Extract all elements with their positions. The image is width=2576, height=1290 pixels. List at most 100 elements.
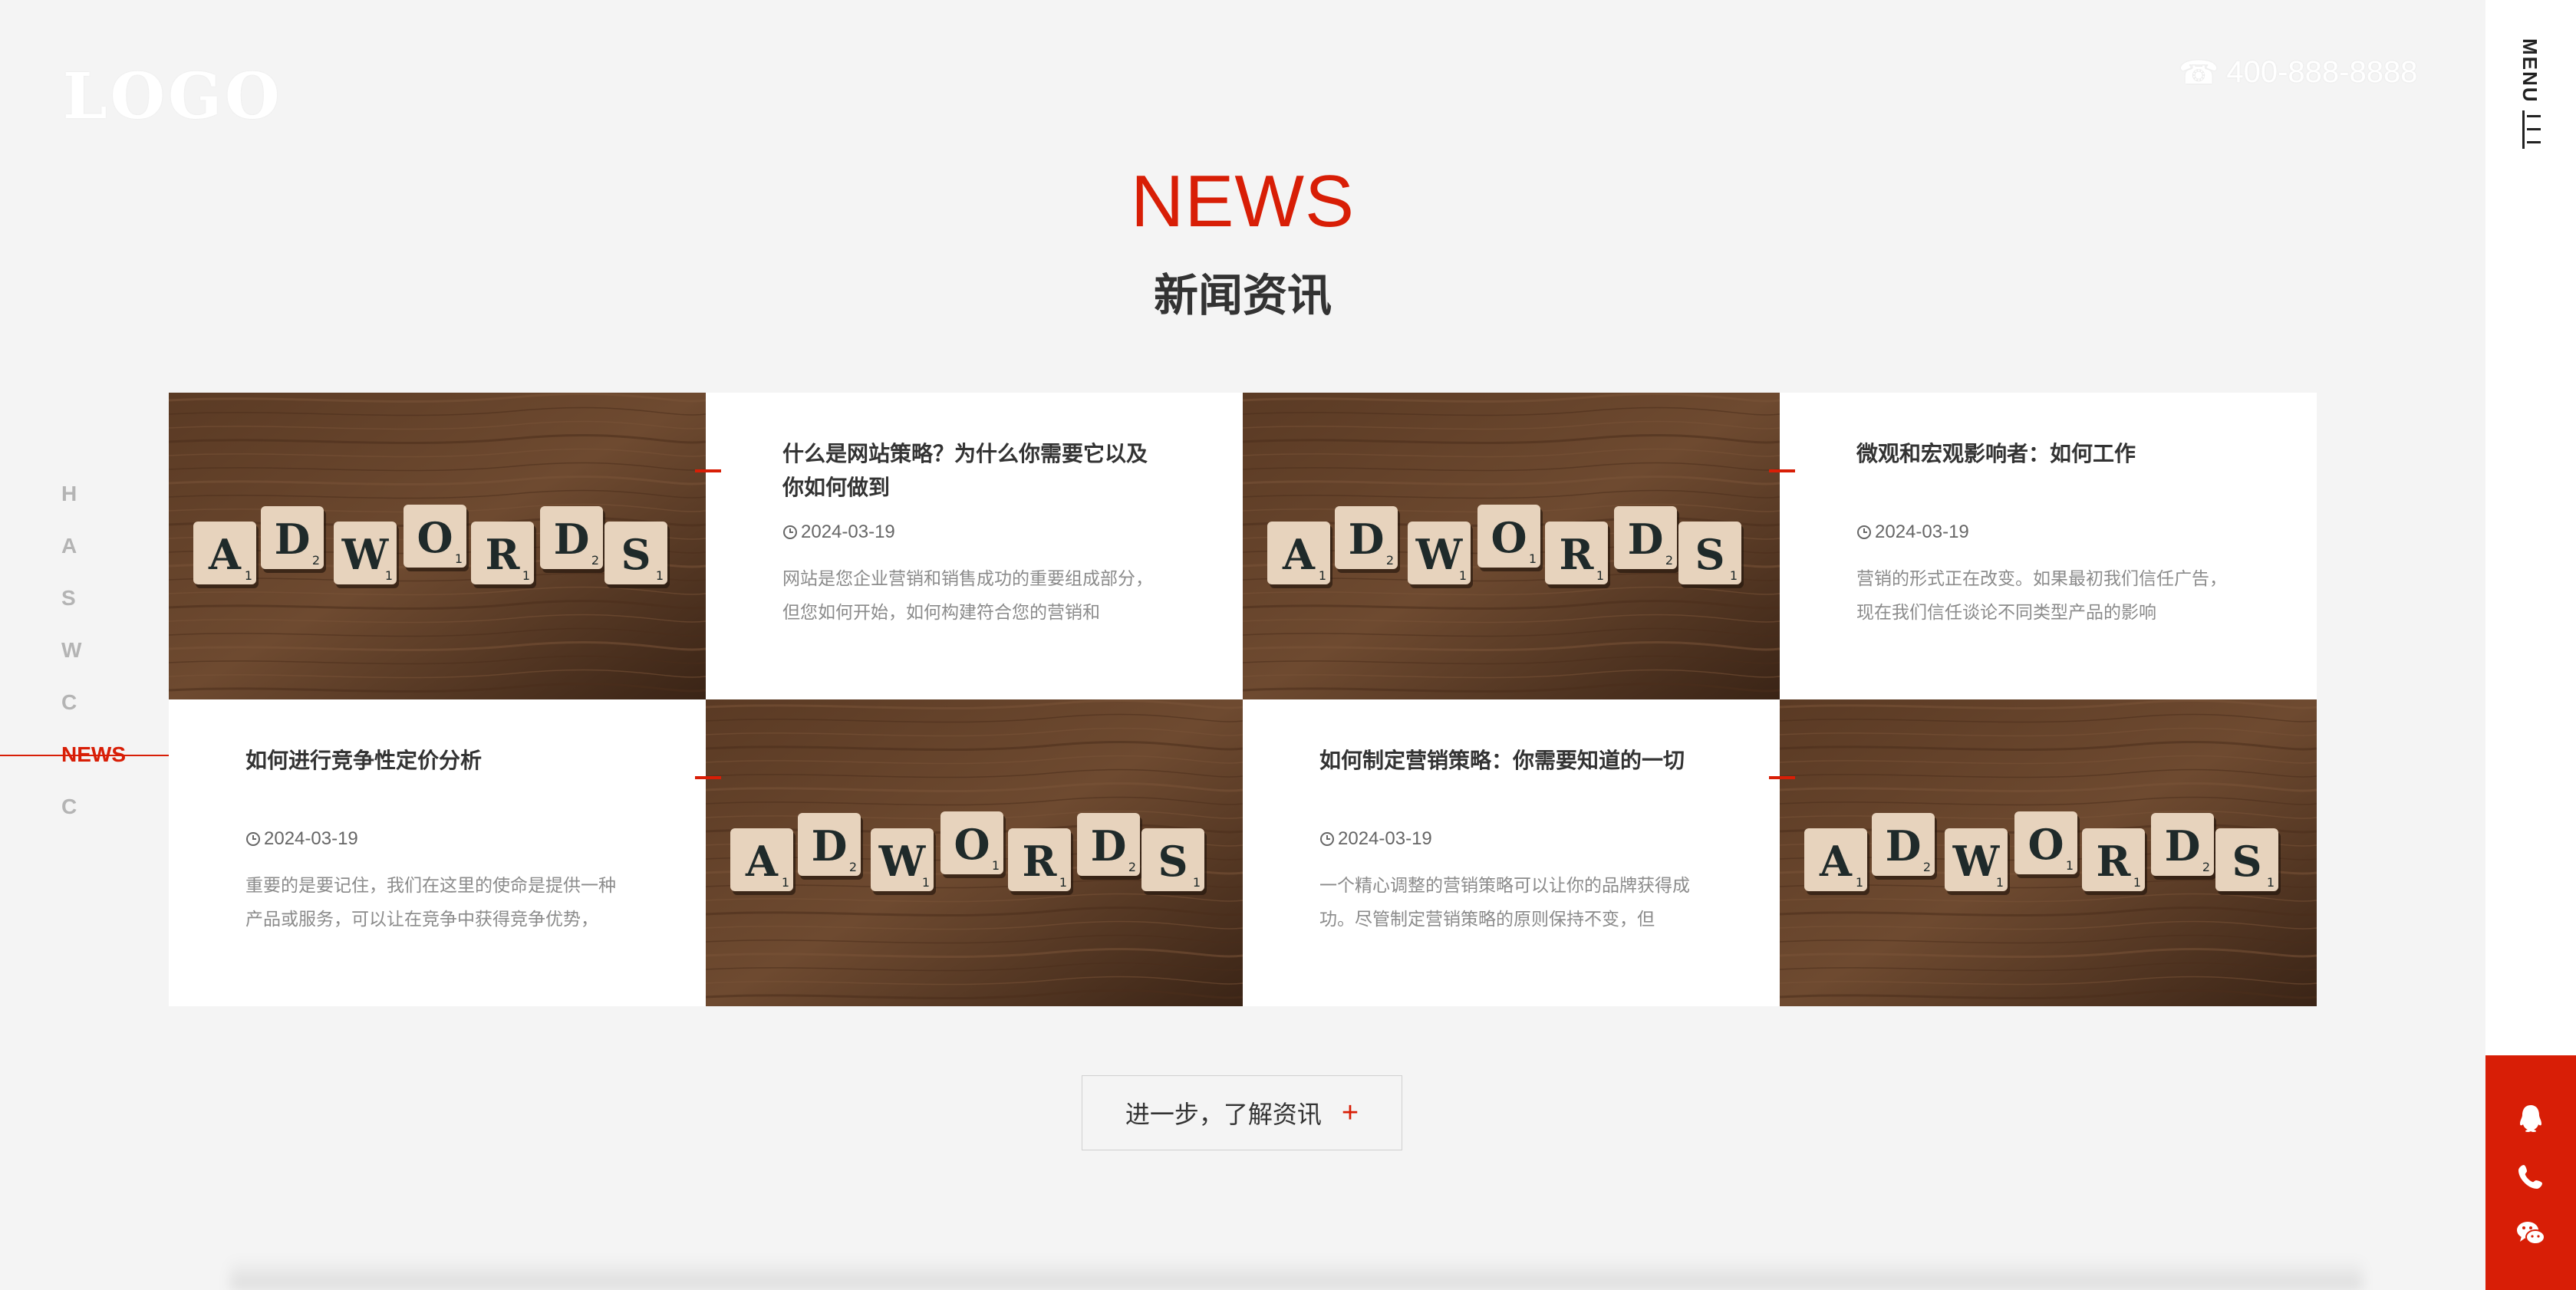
svg-text:1: 1 bbox=[1193, 875, 1201, 890]
section-nav-item-news[interactable]: NEWS bbox=[0, 738, 184, 790]
section-title-en: NEWS bbox=[1131, 160, 1355, 242]
section-nav-item[interactable]: H bbox=[0, 477, 184, 529]
phone-icon: ☎ bbox=[2179, 54, 2219, 90]
news-title[interactable]: 如何制定营销策略：你需要知道的一切 bbox=[1319, 744, 1703, 778]
svg-text:1: 1 bbox=[1730, 568, 1738, 583]
svg-text:1: 1 bbox=[455, 551, 463, 566]
news-excerpt: 重要的是要记住，我们在这里的使命是提供一种产品或服务，可以让在竞争中获得竞争优势… bbox=[245, 875, 616, 929]
svg-text:R: R bbox=[2097, 837, 2132, 886]
menu-icon[interactable] bbox=[2519, 110, 2542, 149]
news-title[interactable]: 如何进行竞争性定价分析 bbox=[245, 744, 629, 778]
svg-text:1: 1 bbox=[1319, 568, 1326, 583]
wechat-icon[interactable] bbox=[2515, 1218, 2546, 1249]
scrabble-tile: A1 bbox=[1804, 828, 1869, 895]
svg-text:1: 1 bbox=[1596, 568, 1604, 583]
scrabble-tile: R1 bbox=[2082, 828, 2147, 895]
scrabble-tile: D2 bbox=[1614, 506, 1679, 573]
svg-text:1: 1 bbox=[922, 875, 930, 890]
scrabble-tile: R1 bbox=[1008, 828, 1073, 895]
svg-text:O: O bbox=[2028, 820, 2064, 869]
menu-label[interactable]: MENU bbox=[2518, 38, 2541, 104]
scrabble-tile: S1 bbox=[604, 522, 670, 588]
svg-text:2: 2 bbox=[2202, 860, 2210, 874]
news-card[interactable]: 什么是网站策略？为什么你需要它以及你如何做到 2024-03-19 网站是您企业… bbox=[706, 393, 1243, 699]
scrabble-tile: W1 bbox=[871, 828, 936, 895]
svg-text:S: S bbox=[1695, 530, 1725, 579]
accent-tick bbox=[695, 776, 721, 779]
svg-text:1: 1 bbox=[656, 568, 664, 583]
section-nav-item[interactable]: W bbox=[0, 633, 184, 686]
svg-text:W: W bbox=[1415, 530, 1464, 579]
svg-text:R: R bbox=[1560, 530, 1595, 579]
more-news-label: 进一步，了解资讯 bbox=[1125, 1101, 1322, 1128]
svg-text:D: D bbox=[812, 821, 848, 870]
svg-text:1: 1 bbox=[1529, 551, 1537, 566]
scrabble-tile: O1 bbox=[2014, 811, 2080, 878]
news-card[interactable]: 如何制定营销策略：你需要知道的一切 2024-03-19 一个精心调整的营销策略… bbox=[1243, 699, 1780, 1006]
svg-text:W: W bbox=[1952, 837, 2001, 886]
scrabble-tile: O1 bbox=[404, 505, 469, 571]
news-date: 2024-03-19 bbox=[1856, 522, 1969, 543]
svg-text:R: R bbox=[1023, 837, 1058, 886]
qq-icon[interactable] bbox=[2515, 1103, 2546, 1134]
svg-text:2: 2 bbox=[1386, 553, 1394, 568]
svg-text:1: 1 bbox=[2267, 875, 2275, 890]
svg-text:1: 1 bbox=[385, 568, 393, 583]
svg-text:1: 1 bbox=[1856, 875, 1863, 890]
news-title[interactable]: 微观和宏观影响者：如何工作 bbox=[1856, 437, 2240, 471]
clock-icon bbox=[1320, 832, 1334, 846]
svg-text:1: 1 bbox=[782, 875, 789, 890]
news-image[interactable]: A1D2W1O1R1D2S1 bbox=[169, 393, 706, 699]
news-excerpt: 一个精心调整的营销策略可以让你的品牌获得成功。尽管制定营销策略的原则保持不变，但 bbox=[1319, 875, 1690, 929]
section-nav-item[interactable]: C bbox=[0, 790, 184, 842]
svg-text:S: S bbox=[1158, 837, 1188, 886]
news-image[interactable]: A1D2W1O1R1D2S1 bbox=[1780, 699, 2317, 1006]
svg-text:1: 1 bbox=[992, 858, 1000, 873]
svg-text:A: A bbox=[745, 837, 779, 886]
section-nav-item[interactable]: A bbox=[0, 529, 184, 581]
scrabble-tile: A1 bbox=[1267, 522, 1332, 588]
svg-text:S: S bbox=[2232, 837, 2262, 886]
logo[interactable]: LOGO bbox=[63, 60, 283, 133]
svg-text:1: 1 bbox=[1059, 875, 1067, 890]
clock-icon bbox=[246, 832, 260, 846]
news-date-text: 2024-03-19 bbox=[1875, 522, 1969, 542]
news-excerpt: 网站是您企业营销和销售成功的重要组成部分，但您如何开始，如何构建符合您的营销和 bbox=[782, 568, 1153, 622]
scrabble-tile: D2 bbox=[1335, 506, 1400, 573]
scrabble-tile: W1 bbox=[1408, 522, 1473, 588]
svg-text:W: W bbox=[341, 530, 390, 579]
scrabble-tile: S1 bbox=[2215, 828, 2281, 895]
svg-text:O: O bbox=[1491, 513, 1527, 562]
news-date-text: 2024-03-19 bbox=[801, 522, 895, 542]
news-title[interactable]: 什么是网站策略？为什么你需要它以及你如何做到 bbox=[782, 437, 1166, 505]
clock-icon bbox=[783, 525, 797, 539]
scrabble-tile: D2 bbox=[2151, 813, 2216, 880]
svg-text:1: 1 bbox=[245, 568, 252, 583]
svg-text:D: D bbox=[1091, 821, 1127, 870]
clock-icon bbox=[1857, 525, 1871, 539]
accent-tick bbox=[1769, 776, 1795, 779]
scrabble-tile: A1 bbox=[730, 828, 796, 895]
news-grid: A1D2W1O1R1D2S1 什么是网站策略？为什么你需要它以及你如何做到 20… bbox=[169, 393, 2317, 1006]
svg-text:2: 2 bbox=[591, 553, 599, 568]
svg-text:D: D bbox=[1886, 821, 1922, 870]
section-nav-item[interactable]: C bbox=[0, 686, 184, 738]
accent-tick bbox=[1769, 469, 1795, 472]
svg-text:A: A bbox=[208, 530, 242, 579]
news-card[interactable]: 微观和宏观影响者：如何工作 2024-03-19 营销的形式正在改变。如果最初我… bbox=[1780, 393, 2317, 699]
svg-text:2: 2 bbox=[1923, 860, 1931, 874]
svg-text:2: 2 bbox=[1665, 553, 1673, 568]
news-date: 2024-03-19 bbox=[1319, 828, 1432, 850]
news-date: 2024-03-19 bbox=[245, 828, 358, 850]
phone-icon[interactable] bbox=[2515, 1161, 2546, 1192]
plus-icon: + bbox=[1341, 1096, 1359, 1129]
scrabble-tile: D2 bbox=[540, 506, 605, 573]
scrabble-tile: A1 bbox=[193, 522, 259, 588]
scrabble-tile: D2 bbox=[1872, 813, 1937, 880]
svg-text:O: O bbox=[954, 820, 990, 869]
news-card[interactable]: 如何进行竞争性定价分析 2024-03-19 重要的是要记住，我们在这里的使命是… bbox=[169, 699, 706, 1006]
section-nav-item[interactable]: S bbox=[0, 581, 184, 633]
more-news-button[interactable]: 进一步，了解资讯 + bbox=[1082, 1075, 1402, 1150]
news-image[interactable]: A1D2W1O1R1D2S1 bbox=[1243, 393, 1780, 699]
news-image[interactable]: A1D2W1O1R1D2S1 bbox=[706, 699, 1243, 1006]
